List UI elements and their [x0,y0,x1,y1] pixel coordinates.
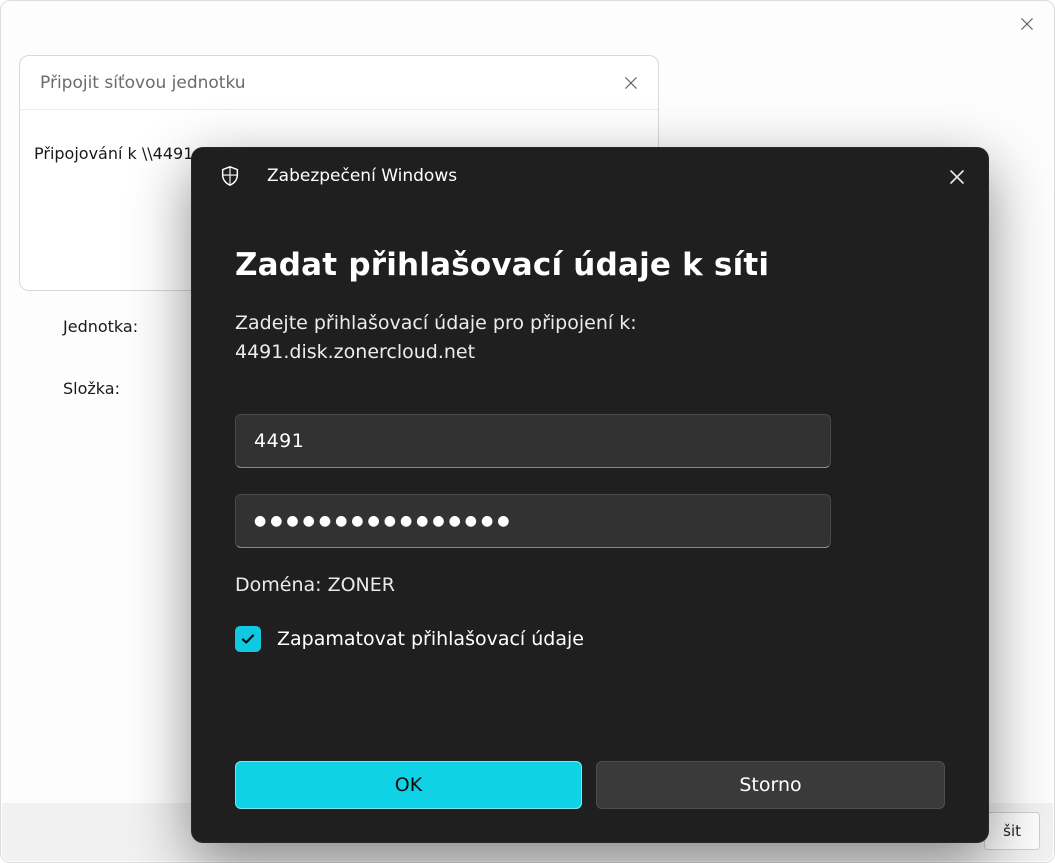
map-dialog-title: Připojit síťovou jednotku [40,73,246,93]
remember-credentials-row: Zapamatovat přihlašovací údaje [235,626,945,652]
security-close-button[interactable] [943,163,971,191]
remember-checkbox[interactable] [235,626,261,652]
security-app-title: Zabezpečení Windows [267,166,457,186]
remember-label: Zapamatovat přihlašovací údaje [277,628,584,650]
password-input[interactable] [235,494,831,548]
folder-label: Složka: [63,379,120,398]
windows-security-dialog: Zabezpečení Windows Zadat přihlašovací ú… [191,147,989,843]
close-icon [949,169,965,185]
map-dialog-header: Připojit síťovou jednotku [20,56,658,110]
background-close-button[interactable] [1014,11,1040,37]
unit-label: Jednotka: [63,317,138,336]
background-partial-button-label: šit [1003,822,1021,840]
username-input[interactable] [235,414,831,468]
checkmark-icon [240,631,256,647]
security-titlebar: Zabezpečení Windows [191,147,989,205]
close-icon [1020,17,1034,31]
cancel-button[interactable]: Storno [596,761,945,809]
security-subtitle-line1: Zadejte přihlašovací údaje pro připojení… [235,312,637,334]
security-content: Zadat přihlašovací údaje k síti Zadejte … [191,205,989,652]
background-partial-button[interactable]: šit [984,812,1040,850]
shield-icon [219,165,241,187]
close-icon [624,76,638,90]
security-subtitle-line2: 4491.disk.zonercloud.net [235,341,475,363]
domain-label: Doména: ZONER [235,574,945,596]
security-button-row: OK Storno [235,761,945,809]
security-heading: Zadat přihlašovací údaje k síti [235,247,945,283]
background-window: šit Jednotka: Složka: Připojit síťovou j… [0,0,1055,863]
security-subtitle: Zadejte přihlašovací údaje pro připojení… [235,309,875,368]
map-dialog-close-button[interactable] [618,70,644,96]
ok-button[interactable]: OK [235,761,582,809]
